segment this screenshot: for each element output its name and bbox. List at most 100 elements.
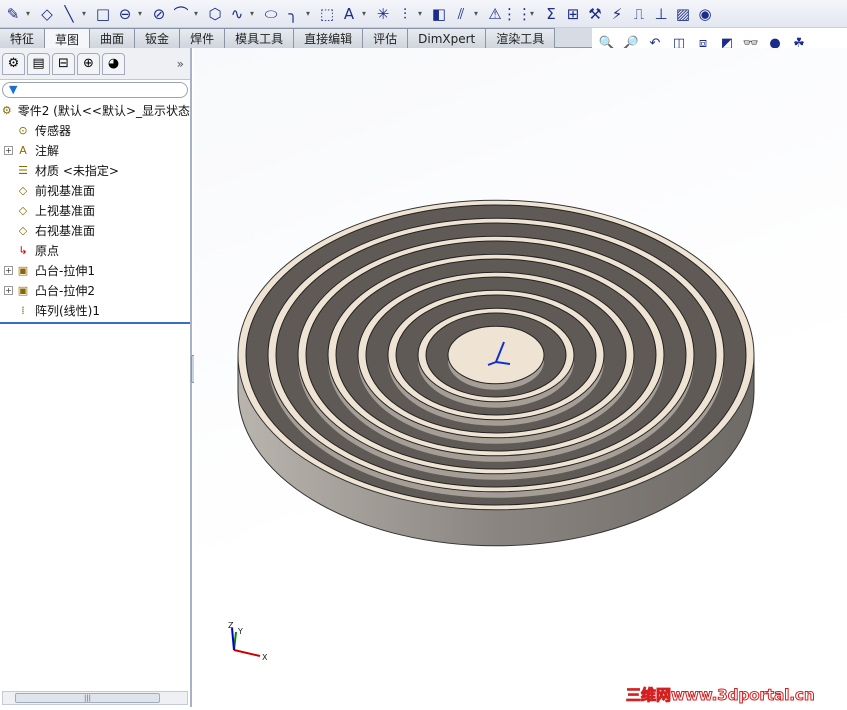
quick-snap-icon[interactable]: ⚡ — [608, 4, 626, 24]
line-icon[interactable]: ╲ — [60, 4, 78, 24]
plane-icon: ◇ — [18, 183, 28, 197]
plane-icon: ◇ — [18, 203, 28, 217]
dropdown-arrow-icon[interactable]: ▾ — [250, 9, 258, 18]
dimxpert-icon[interactable]: ⊕ — [77, 52, 100, 75]
tab-1[interactable]: 草图 — [45, 28, 91, 49]
tab-9[interactable]: 渲染工具 — [486, 28, 556, 48]
expand-icon[interactable]: + — [4, 285, 13, 295]
horizontal-scrollbar[interactable]: ||| — [2, 691, 188, 705]
tree-item[interactable]: ⊙ 传感器 — [0, 120, 190, 140]
tree-item[interactable]: + ▣ 凸台-拉伸2 — [0, 280, 190, 300]
ellipse-icon[interactable]: ⬭ — [262, 4, 280, 24]
tab-6[interactable]: 直接编辑 — [294, 28, 364, 48]
expand-icon[interactable]: + — [4, 145, 13, 155]
ring-wall — [447, 325, 545, 385]
sketch-icon[interactable]: ✎ — [4, 4, 22, 24]
dropdown-arrow-icon[interactable]: ▾ — [530, 9, 538, 18]
dropdown-arrow-icon[interactable]: ▾ — [138, 9, 146, 18]
tab-3[interactable]: 钣金 — [135, 28, 181, 48]
polygon-icon[interactable]: ⬡ — [206, 4, 224, 24]
tree-item-label: 前视基准面 — [35, 183, 96, 198]
tree-item-label: 注解 — [35, 143, 60, 158]
circle-icon[interactable]: ⊘ — [150, 4, 168, 24]
slot-icon[interactable]: ⊖ — [116, 4, 134, 24]
more-tabs-button[interactable]: » — [177, 57, 184, 71]
tree-item[interactable]: ◇ 上视基准面 — [0, 200, 190, 220]
tree-item-label: 右视基准面 — [35, 223, 96, 238]
tab-2[interactable]: 曲面 — [90, 28, 136, 48]
dropdown-arrow-icon[interactable]: ▾ — [194, 9, 202, 18]
add-relation-icon[interactable]: ⊥ — [652, 4, 670, 24]
rectangle-icon[interactable]: □ — [94, 4, 112, 24]
filter-input[interactable]: ▼ — [2, 82, 188, 98]
tree-item[interactable]: ◇ 右视基准面 — [0, 220, 190, 240]
extrude-icon: ▣ — [17, 263, 29, 277]
point-icon[interactable]: ✳ — [374, 4, 392, 24]
tree-item[interactable]: + ▣ 凸台-拉伸1 — [0, 260, 190, 280]
tab-5[interactable]: 模具工具 — [225, 28, 295, 48]
panel-tabs: ⚙ ▤ ⊟ ⊕ ◕ » — [0, 48, 190, 80]
dropdown-arrow-icon[interactable]: ▾ — [26, 9, 34, 18]
watermark: 三维网www.3dportal.cn — [626, 686, 816, 705]
part-icon: ⚙ — [1, 103, 12, 117]
rollback-bar[interactable] — [0, 322, 190, 324]
dropdown-arrow-icon[interactable]: ▾ — [362, 9, 370, 18]
dropdown-arrow-icon[interactable]: ▾ — [306, 9, 314, 18]
feature-manager-icon[interactable]: ⚙ — [2, 52, 25, 75]
property-manager-icon[interactable]: ▤ — [27, 52, 50, 75]
convert-icon[interactable]: ◧ — [430, 4, 448, 24]
tree-item[interactable]: ⁞ 阵列(线性)1 — [0, 300, 190, 320]
origin-icon: ↳ — [18, 243, 28, 257]
annotation-icon: A — [19, 143, 27, 157]
tree-item-label: 阵列(线性)1 — [35, 303, 100, 318]
offset-icon[interactable]: ⫽ — [452, 4, 470, 24]
tab-8[interactable]: DimXpert — [408, 28, 487, 48]
dropdown-arrow-icon[interactable]: ▾ — [82, 9, 90, 18]
pattern-icon[interactable]: ⋮⋮ — [502, 4, 532, 24]
configuration-manager-icon[interactable]: ⊟ — [52, 52, 75, 75]
text-icon[interactable]: A — [340, 4, 358, 24]
smart-dimension-icon[interactable]: ◇ — [38, 4, 56, 24]
tab-0[interactable]: 特征 — [0, 28, 46, 48]
tree-item[interactable]: ↳ 原点 — [0, 240, 190, 260]
triad-x-label: X — [262, 653, 268, 662]
feature-tree: ⚙ 零件2 (默认<<默认>_显示状态 ⊙ 传感器 + A 注解 ☰ 材质 <未指定> ◇ 前视基准… — [0, 100, 190, 324]
triad-z-label: Z — [228, 621, 234, 630]
tree-item[interactable]: ☰ 材质 <未指定> — [0, 160, 190, 180]
tab-4[interactable]: 焊件 — [180, 28, 226, 48]
tree-item[interactable]: ⚙ 零件2 (默认<<默认>_显示状态 — [0, 100, 190, 120]
arc-icon[interactable]: ⌒ — [172, 4, 190, 24]
dropdown-arrow-icon[interactable]: ▾ — [474, 9, 482, 18]
mirror-icon[interactable]: ⫶ — [396, 4, 414, 24]
tree-item[interactable]: ◇ 前视基准面 — [0, 180, 190, 200]
expand-icon[interactable]: + — [4, 265, 13, 275]
tree-item-label: 传感器 — [35, 123, 72, 138]
step-icon[interactable]: ⎍ — [630, 4, 648, 24]
spline-icon[interactable]: ∿ — [228, 4, 246, 24]
tree-item[interactable]: + A 注解 — [0, 140, 190, 160]
sum-icon[interactable]: Σ — [542, 4, 560, 24]
fillet-icon[interactable]: ╮ — [284, 4, 302, 24]
scroll-thumb[interactable]: ||| — [15, 693, 160, 703]
tree-item-label: 上视基准面 — [35, 203, 96, 218]
display-manager-icon[interactable]: ◕ — [102, 52, 125, 75]
relations-icon[interactable]: ⊞ — [564, 4, 582, 24]
tab-7[interactable]: 评估 — [363, 28, 409, 48]
repair-icon[interactable]: ⚒ — [586, 4, 604, 24]
triad-x-axis — [233, 649, 261, 657]
tree-item-label: 凸台-拉伸2 — [35, 283, 95, 298]
record-icon[interactable]: ◉ — [696, 4, 714, 24]
tree-item-label: 材质 <未指定> — [35, 163, 119, 178]
image-icon[interactable]: ▨ — [674, 4, 692, 24]
linear-pattern-icon: ⁞ — [21, 303, 25, 317]
material-icon: ☰ — [18, 163, 28, 177]
extrude-icon: ▣ — [17, 283, 29, 297]
dropdown-arrow-icon[interactable]: ▾ — [418, 9, 426, 18]
feature-manager-panel: ⚙ ▤ ⊟ ⊕ ◕» ▼ ⚙ 零件2 (默认<<默认>_显示状态 ⊙ 传感器 + A 注解 ☰ 材质 <… — [0, 48, 192, 707]
plane-icon: ◇ — [18, 223, 28, 237]
tree-item-label: 凸台-拉伸1 — [35, 263, 95, 278]
construction-icon[interactable]: ⬚ — [318, 4, 336, 24]
command-manager-tabs: 特征 草图 曲面 钣金 焊件 模具工具 直接编辑 评估 DimXpert 渲染工具 — [0, 28, 592, 49]
graphics-area[interactable]: X YZ — [194, 48, 847, 707]
tree-item-label: 原点 — [35, 243, 60, 258]
